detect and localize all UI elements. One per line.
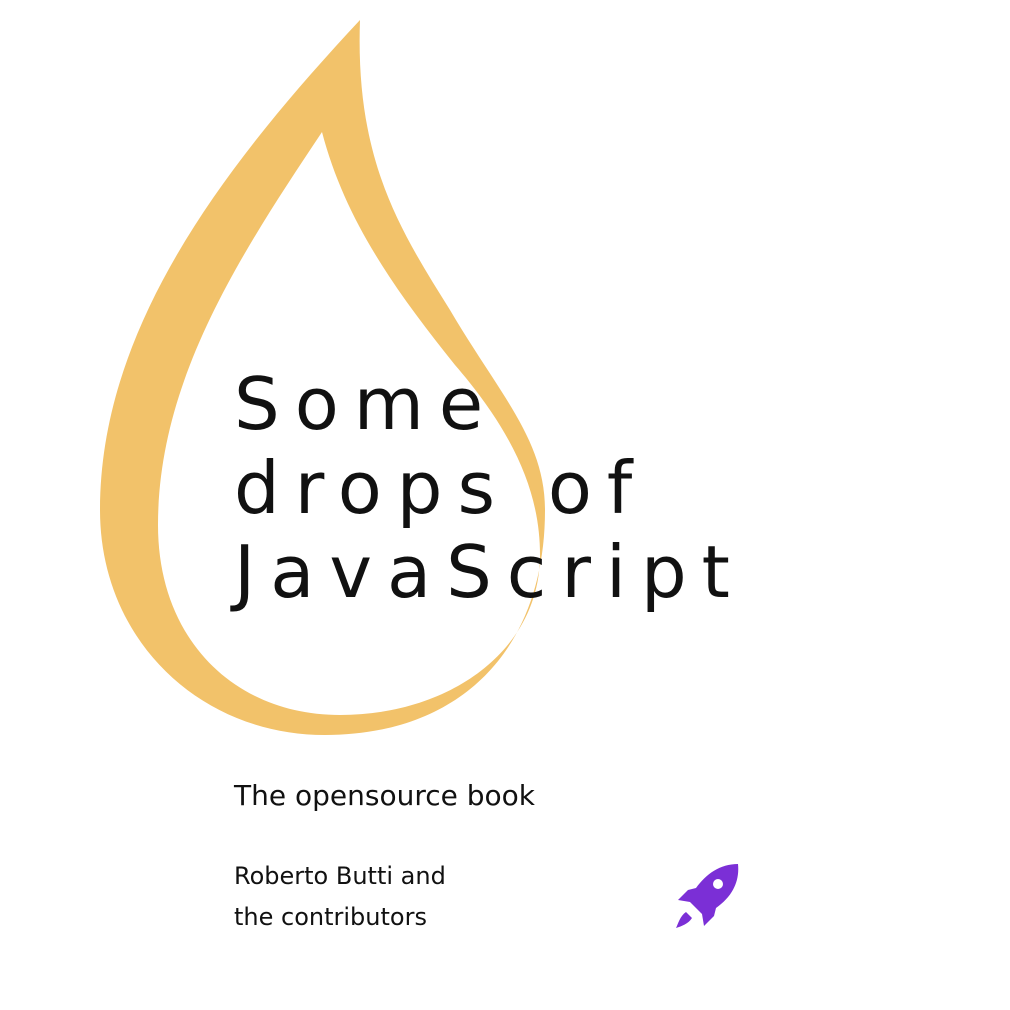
book-subtitle: The opensource book bbox=[234, 779, 535, 812]
book-title: Some drops of JavaScript bbox=[234, 362, 745, 614]
title-line-3: JavaScript bbox=[234, 530, 745, 614]
author-line-2: the contributors bbox=[234, 903, 427, 931]
title-line-1: Some bbox=[234, 362, 499, 446]
rocket-icon bbox=[676, 864, 739, 928]
book-author: Roberto Butti and the contributors bbox=[234, 856, 446, 938]
author-line-1: Roberto Butti and bbox=[234, 862, 446, 890]
title-line-2: drops of bbox=[234, 446, 648, 530]
